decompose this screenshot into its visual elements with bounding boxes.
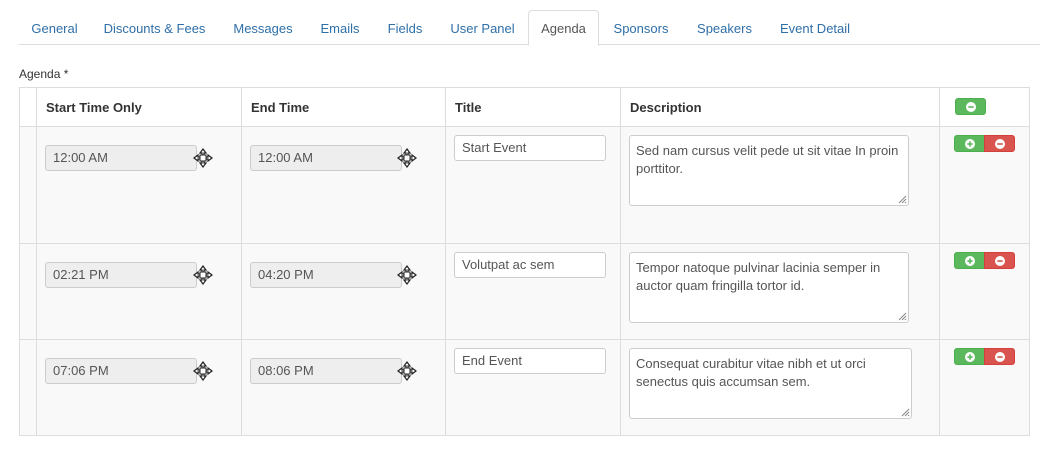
- tab-messages[interactable]: Messages: [220, 10, 306, 45]
- table-header: [20, 88, 1029, 126]
- remove-all-button[interactable]: [955, 98, 986, 115]
- move-icon[interactable]: [397, 265, 417, 285]
- plus-circle-icon: [965, 139, 975, 149]
- column-header-title: Title: [455, 100, 482, 115]
- agenda-label: Agenda *: [19, 67, 69, 81]
- end-time-input[interactable]: 04:20 PM: [250, 262, 402, 288]
- add-row-button[interactable]: [954, 348, 985, 365]
- tab-fields[interactable]: Fields: [374, 10, 436, 45]
- column-header-end-time: End Time: [251, 100, 310, 115]
- add-row-button[interactable]: [954, 252, 985, 269]
- description-textarea[interactable]: Sed nam cursus velit pede ut sit vitae I…: [629, 135, 909, 206]
- minus-circle-icon: [995, 352, 1005, 362]
- add-row-button[interactable]: [954, 135, 985, 152]
- move-icon[interactable]: [193, 361, 213, 381]
- resize-grip-icon[interactable]: [897, 194, 907, 204]
- tab-event-detail[interactable]: Event Detail: [768, 10, 862, 45]
- end-time-input[interactable]: 08:06 PM: [250, 358, 402, 384]
- plus-circle-icon: [965, 256, 975, 266]
- description-textarea[interactable]: Consequat curabitur vitae nibh et ut orc…: [629, 348, 912, 419]
- move-icon[interactable]: [193, 265, 213, 285]
- description-text: Consequat curabitur vitae nibh et ut orc…: [636, 356, 866, 389]
- move-icon[interactable]: [193, 148, 213, 168]
- tab-speakers[interactable]: Speakers: [683, 10, 766, 45]
- resize-grip-icon[interactable]: [900, 407, 910, 417]
- title-input[interactable]: Volutpat ac sem: [454, 252, 606, 278]
- minus-circle-icon: [995, 256, 1005, 266]
- start-time-input[interactable]: 12:00 AM: [45, 145, 197, 171]
- minus-circle-icon: [966, 102, 976, 112]
- remove-row-button[interactable]: [984, 348, 1015, 365]
- resize-grip-icon[interactable]: [897, 311, 907, 321]
- title-input[interactable]: Start Event: [454, 135, 606, 161]
- start-time-input[interactable]: 07:06 PM: [45, 358, 197, 384]
- description-text: Tempor natoque pulvinar lacinia semper i…: [636, 260, 881, 293]
- tab-sponsors[interactable]: Sponsors: [601, 10, 681, 45]
- end-time-input[interactable]: 12:00 AM: [250, 145, 402, 171]
- tab-discounts-fees[interactable]: Discounts & Fees: [91, 10, 218, 45]
- column-header-description: Description: [630, 100, 702, 115]
- tab-agenda[interactable]: Agenda: [528, 10, 599, 46]
- tab-emails[interactable]: Emails: [308, 10, 372, 45]
- start-time-input[interactable]: 02:21 PM: [45, 262, 197, 288]
- description-textarea[interactable]: Tempor natoque pulvinar lacinia semper i…: [629, 252, 909, 323]
- description-text: Sed nam cursus velit pede ut sit vitae I…: [636, 143, 899, 176]
- remove-row-button[interactable]: [984, 252, 1015, 269]
- minus-circle-icon: [995, 139, 1005, 149]
- move-icon[interactable]: [397, 148, 417, 168]
- title-input[interactable]: End Event: [454, 348, 606, 374]
- tab-general[interactable]: General: [19, 10, 90, 45]
- plus-circle-icon: [965, 352, 975, 362]
- agenda-table: Start Time Only End Time Title Descripti…: [19, 87, 1030, 436]
- move-icon[interactable]: [397, 361, 417, 381]
- column-header-start-time: Start Time Only: [46, 100, 142, 115]
- tab-user-panel[interactable]: User Panel: [438, 10, 527, 45]
- tab-bar: General Discounts & Fees Messages Emails…: [19, 10, 1040, 46]
- remove-row-button[interactable]: [984, 135, 1015, 152]
